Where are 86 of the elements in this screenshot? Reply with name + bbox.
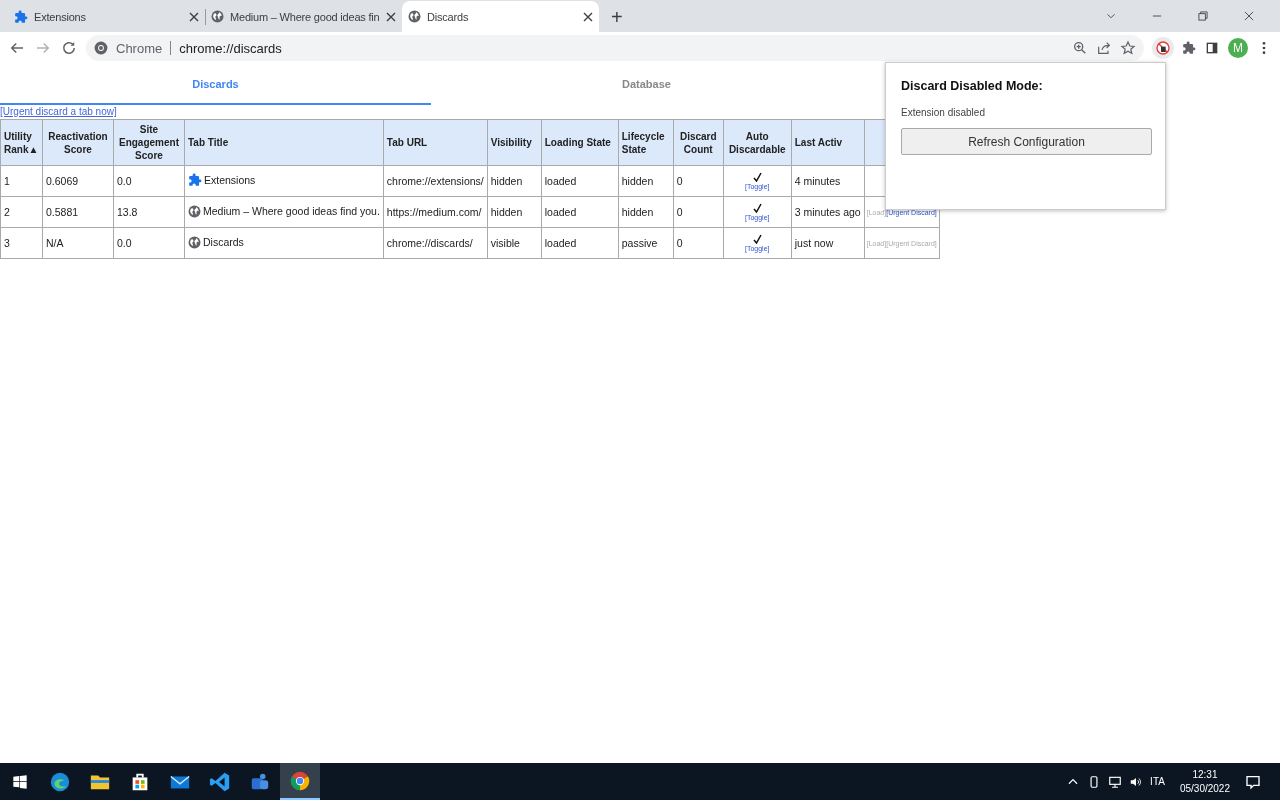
globe-icon: [188, 204, 201, 218]
table-cell: loaded: [541, 227, 619, 259]
tab-title: Extensions: [34, 10, 87, 23]
column-header[interactable]: Reactivation Score: [42, 119, 114, 166]
globe-icon: [211, 10, 224, 23]
notification-icon[interactable]: [1245, 773, 1261, 790]
chrome-icon: [94, 41, 108, 55]
column-header[interactable]: Last Activ: [791, 119, 865, 166]
close-icon[interactable]: [583, 11, 593, 22]
table-cell: 2: [0, 196, 43, 228]
refresh-configuration-button[interactable]: Refresh Configuration: [901, 128, 1152, 155]
star-icon[interactable]: [1120, 40, 1136, 56]
column-header[interactable]: Visibility: [487, 119, 542, 166]
table-cell: hidden: [618, 165, 674, 197]
column-header[interactable]: Site Engagement Score: [113, 119, 185, 166]
restore-icon[interactable]: [1196, 9, 1210, 23]
table-cell: Extensions: [188, 173, 256, 187]
table-cell: 13.8: [113, 196, 185, 228]
table-cell: N/A: [42, 227, 114, 259]
url-text: chrome://discards: [179, 40, 282, 56]
table-cell: 1: [0, 165, 43, 197]
column-header[interactable]: Auto Discardable: [723, 119, 792, 166]
code-editor-icon: [209, 770, 231, 793]
browser-tab[interactable]: Extensions: [8, 1, 205, 32]
table-cell: 0: [673, 165, 724, 197]
table-cell: chrome://discards/: [383, 227, 488, 259]
table-cell: just now: [791, 227, 865, 259]
clock-date[interactable]: 05/30/2022: [1179, 781, 1230, 796]
table-cell: 3: [0, 227, 43, 259]
share-icon[interactable]: [1096, 40, 1112, 56]
tab-title: Medium – Where good ideas fin: [230, 10, 380, 23]
table-cell: 0.0: [113, 227, 185, 259]
popup-title: Discard Disabled Mode:: [901, 79, 1044, 93]
table-cell: passive: [618, 227, 674, 259]
table-cell: Discards: [188, 235, 244, 249]
close-icon[interactable]: [189, 11, 199, 22]
zoom-icon[interactable]: [1072, 40, 1088, 56]
table-cell: loaded: [541, 165, 619, 197]
table-cell: https://medium.com/: [383, 196, 488, 228]
clock-time[interactable]: 12:31: [1192, 767, 1218, 782]
table-cell: 3 minutes ago: [791, 196, 865, 228]
table-cell: chrome://extensions/: [383, 165, 488, 197]
table-cell: 0.6069: [42, 165, 114, 197]
browser-tab[interactable]: Discards: [402, 1, 599, 32]
taskbar-app[interactable]: [280, 763, 320, 800]
table-cell: visible: [487, 227, 542, 259]
table-cell: 0: [673, 196, 724, 228]
table-cell: hidden: [487, 165, 542, 197]
table-cell: hidden: [487, 196, 542, 228]
tab-title: Discards: [427, 10, 470, 23]
puzzle-icon: [188, 173, 202, 187]
globe-icon: [188, 235, 201, 249]
column-header[interactable]: Lifecycle State: [618, 119, 674, 166]
table-cell: Medium – Where good ideas find you.: [188, 204, 380, 218]
table-cell: hidden: [618, 196, 674, 228]
blocked-extension-icon[interactable]: [1155, 40, 1171, 56]
page-tab[interactable]: Database: [431, 64, 862, 105]
globe-icon: [408, 10, 421, 23]
table-cell: 0: [673, 227, 724, 259]
urgent-discard-link[interactable]: [Urgent discard a tab now]: [0, 106, 117, 119]
network-icon[interactable]: [1108, 774, 1123, 789]
column-header[interactable]: Tab URL: [383, 119, 488, 166]
page-tab[interactable]: Discards: [0, 64, 431, 105]
close-icon[interactable]: [1242, 9, 1256, 23]
circle-logo-icon: [289, 769, 311, 792]
column-header[interactable]: Tab Title: [184, 119, 384, 166]
language-indicator[interactable]: ITA: [1150, 776, 1165, 787]
popup-status: Extension disabled: [901, 107, 985, 118]
extensions-icon: [1182, 41, 1196, 55]
column-header[interactable]: Utility Rank▲: [0, 119, 43, 166]
side-panel-icon[interactable]: [1204, 40, 1220, 56]
address-bar[interactable]: Chrome chrome://discards: [86, 35, 1144, 61]
column-header[interactable]: Discard Count: [673, 119, 724, 166]
table-cell: 0.5881: [42, 196, 114, 228]
reload-icon[interactable]: [60, 39, 78, 57]
table-cell: 0.0: [113, 165, 185, 197]
puzzle-icon: [14, 9, 28, 24]
column-header[interactable]: Loading State: [541, 119, 619, 166]
browser-icon: [49, 770, 71, 793]
close-icon[interactable]: [386, 11, 396, 22]
table-cell: 4 minutes: [791, 165, 865, 197]
new-tab-button[interactable]: +: [611, 6, 623, 28]
browser-tab[interactable]: Medium – Where good ideas fin: [205, 1, 402, 32]
table-cell: loaded: [541, 196, 619, 228]
windows-start-icon[interactable]: [12, 773, 28, 790]
site-label: Chrome: [116, 40, 163, 56]
